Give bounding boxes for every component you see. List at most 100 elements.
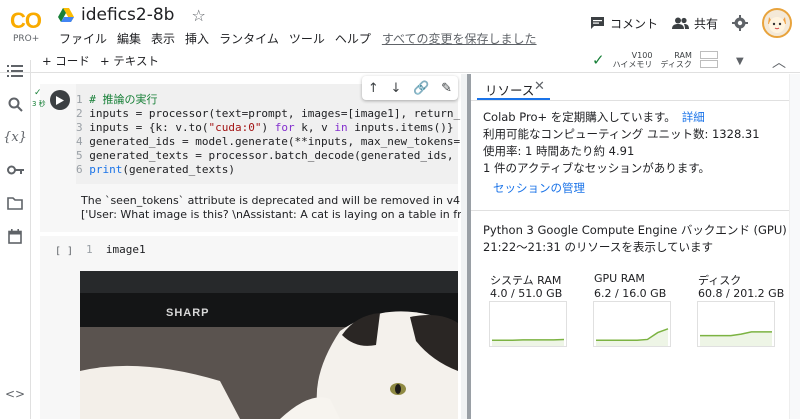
share-label: 共有 xyxy=(693,16,718,31)
compute-units: 利用可能なコンピューティング ユニット数: 1328.31 xyxy=(483,127,760,141)
menu-insert[interactable]: 挿入 xyxy=(180,30,214,47)
runtime-type: V100 xyxy=(631,50,653,60)
move-up-icon[interactable]: ↑ xyxy=(368,81,379,96)
ram-minibar xyxy=(699,51,718,59)
run-cell-button[interactable] xyxy=(50,90,70,110)
key-icon[interactable] xyxy=(6,161,24,179)
cat-avatar-icon xyxy=(768,17,786,33)
folder-icon[interactable] xyxy=(6,194,24,212)
add-text-button[interactable]: + テキスト xyxy=(100,53,159,69)
tv-brand-label: SHARP xyxy=(166,307,210,319)
add-code-button[interactable]: + コード xyxy=(42,53,90,69)
code-token: inputs = {k: v.to( xyxy=(89,121,209,134)
edit-icon[interactable]: ✎ xyxy=(441,81,452,96)
code-token: generated_ids = model.generate(**inputs,… xyxy=(89,135,461,148)
menu-tools[interactable]: ツール xyxy=(284,30,330,47)
code-snippets-icon[interactable]: <> xyxy=(5,385,25,403)
chevron-down-icon[interactable]: ▼ xyxy=(736,56,744,67)
code-line[interactable]: 3 inputs = {k: v.to("cuda:0") for k, v i… xyxy=(76,121,454,135)
table-of-contents-icon[interactable] xyxy=(6,62,24,80)
line-number: 6 xyxy=(76,163,90,176)
share-button[interactable]: 共有 xyxy=(671,15,718,32)
code-token: k, v xyxy=(294,121,335,134)
notebook-title[interactable]: idefics2-8b xyxy=(81,5,174,25)
google-drive-icon xyxy=(58,8,74,22)
output-image-cat: SHARP xyxy=(80,271,458,419)
menu-help[interactable]: ヘルプ xyxy=(330,30,376,47)
close-icon[interactable]: ✕ xyxy=(534,79,545,94)
menu-file[interactable]: ファイル xyxy=(54,30,112,47)
line-number: 3 xyxy=(76,121,90,134)
line-number: 4 xyxy=(76,135,90,148)
menu-runtime[interactable]: ランタイム xyxy=(214,30,284,47)
colab-logo[interactable]: CO PRO+ xyxy=(10,10,46,45)
code-line[interactable]: 1 # 推論の実行 xyxy=(76,93,158,107)
gauge-label: ディスク xyxy=(698,274,742,287)
code-token: ) xyxy=(261,121,275,134)
divider xyxy=(471,210,800,211)
line-number: 1 xyxy=(76,93,90,106)
subscription-line: Colab Pro+ を定期購入しています。 詳細 xyxy=(483,109,705,125)
menu-edit[interactable]: 編集 xyxy=(112,30,146,47)
resource-labels: RAM ディスク xyxy=(660,51,691,69)
subscription-text: Colab Pro+ を定期購入しています。 xyxy=(483,110,676,124)
avatar[interactable] xyxy=(762,8,792,38)
code-token: "cuda:0" xyxy=(208,121,262,134)
manage-sessions-link[interactable]: セッションの管理 xyxy=(493,180,585,196)
time-range: 21:22〜21:31 のリソースを表示しています xyxy=(483,240,714,254)
gear-icon xyxy=(732,15,748,31)
line-number: 1 xyxy=(86,243,93,256)
details-link[interactable]: 詳細 xyxy=(682,110,705,124)
code-line[interactable]: 2 inputs = processor(text=prompt, images… xyxy=(76,107,460,121)
move-down-icon[interactable]: ↓ xyxy=(391,81,402,96)
code-token: print xyxy=(89,163,123,176)
gauge-svg xyxy=(700,331,772,346)
usage-rate: 使用率: 1 時間あたり約 4.91 xyxy=(483,144,635,158)
divider xyxy=(471,100,800,101)
variables-icon[interactable]: {x} xyxy=(3,128,27,146)
calendar-icon[interactable] xyxy=(6,227,24,245)
save-status-link[interactable]: すべての変更を保存しました xyxy=(376,30,543,47)
execution-time: 3 秒 xyxy=(32,100,46,108)
ram-label: RAM xyxy=(674,50,692,60)
gauge-value: 4.0 / 51.0 GB xyxy=(490,287,563,300)
backend-info: Python 3 Google Compute Engine バックエンド (G… xyxy=(483,223,787,237)
code-token: (generated_texts) xyxy=(122,163,235,176)
gauge-value: 6.2 / 16.0 GB xyxy=(594,287,667,300)
logo-subtitle: PRO+ xyxy=(13,34,40,44)
comment-button[interactable]: コメント xyxy=(590,15,658,32)
runtime-status-button[interactable]: ✓ V100 ハイメモリ RAM ディスク xyxy=(592,50,718,69)
code-token: in xyxy=(334,121,348,134)
code-line[interactable]: 5 generated_texts = processor.batch_deco… xyxy=(76,149,460,163)
active-sessions: 1 件のアクティブなセッションがあります。 xyxy=(483,161,711,175)
gauge-label: システム RAM xyxy=(490,274,562,287)
header-actions: コメント 共有 xyxy=(590,8,792,38)
search-icon[interactable] xyxy=(6,95,24,113)
comment-label: コメント xyxy=(609,16,658,31)
code-line[interactable]: 4 generated_ids = model.generate(**input… xyxy=(76,135,460,149)
star-icon[interactable]: ☆ xyxy=(191,6,205,25)
runtime-mode: ハイメモリ xyxy=(612,59,653,69)
collapse-header-icon[interactable]: ︿ xyxy=(772,52,786,72)
code-text: image1 xyxy=(105,243,146,256)
cell-run-bracket[interactable]: [ ] xyxy=(55,246,73,257)
line-number: 5 xyxy=(76,149,90,162)
people-icon xyxy=(671,17,689,29)
gauge-value: 60.8 / 201.2 GB xyxy=(698,287,785,300)
code-token: inputs.items()} xyxy=(347,121,454,134)
gpu-ram-graph xyxy=(593,301,671,347)
menu-view[interactable]: 表示 xyxy=(146,30,180,47)
panel-scrollbar[interactable] xyxy=(789,74,800,419)
link-icon[interactable]: 🔗 xyxy=(413,81,429,96)
output-line: ['User: What image is this? \nAssistant:… xyxy=(81,208,480,221)
cell-code-line[interactable]: 1 image1 xyxy=(86,243,146,256)
line-number: 2 xyxy=(76,107,90,120)
disk-graph xyxy=(697,301,775,347)
resource-minibars xyxy=(699,50,718,69)
settings-button[interactable] xyxy=(732,15,748,31)
notebook-title-bar: idefics2-8b ☆ xyxy=(58,5,206,25)
tab-resources[interactable]: リソース xyxy=(485,80,534,99)
code-token: for xyxy=(274,121,295,134)
code-token: generated_texts = processor.batch_decode… xyxy=(89,149,461,162)
code-line[interactable]: 6 print(generated_texts) xyxy=(76,163,235,177)
